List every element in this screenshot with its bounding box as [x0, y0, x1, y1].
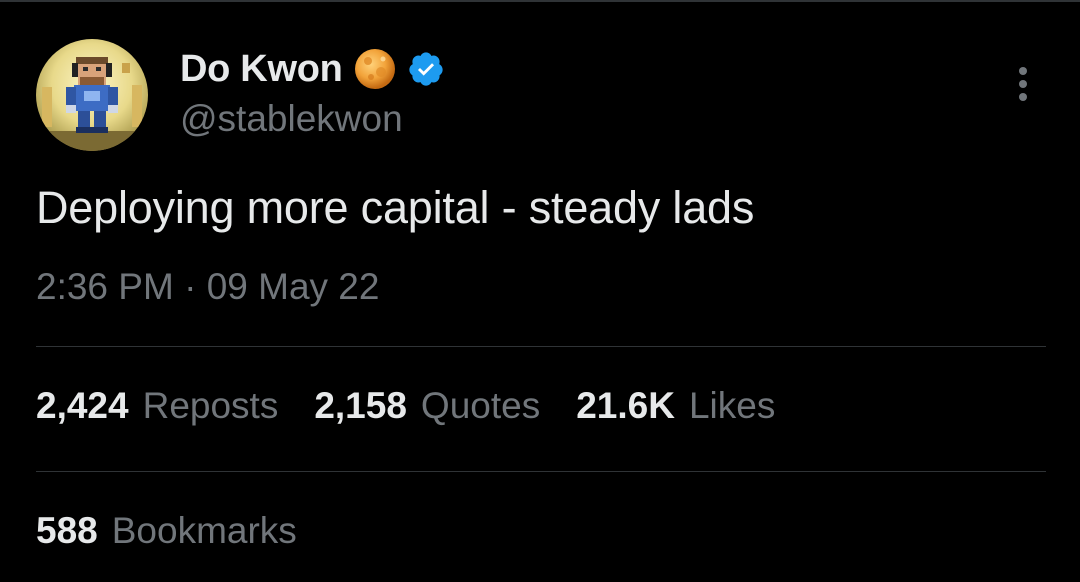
- more-options-button[interactable]: [1004, 62, 1042, 106]
- reposts-stat[interactable]: 2,424 Reposts: [36, 385, 278, 427]
- likes-stat[interactable]: 21.6K Likes: [576, 385, 775, 427]
- divider: [36, 346, 1046, 347]
- bookmarks-stat-row: 588 Bookmarks: [36, 510, 297, 552]
- quotes-label: Quotes: [420, 385, 541, 426]
- bookmarks-count: 588: [36, 510, 98, 551]
- bookmarks-stat[interactable]: 588 Bookmarks: [36, 510, 297, 552]
- likes-label: Likes: [688, 385, 776, 426]
- quotes-count: 2,158: [314, 385, 407, 426]
- top-divider: [0, 0, 1080, 2]
- timestamp-separator: ·: [184, 266, 197, 307]
- author-name-row: Do Kwon: [180, 46, 445, 92]
- tweet-date[interactable]: 09 May 22: [207, 266, 380, 307]
- author-handle[interactable]: @stablekwon: [180, 98, 403, 140]
- reposts-label: Reposts: [142, 385, 279, 426]
- verified-badge-icon[interactable]: [407, 50, 445, 88]
- engagement-stats: 2,424 Reposts 2,158 Quotes 21.6K Likes: [36, 385, 775, 427]
- quotes-stat[interactable]: 2,158 Quotes: [314, 385, 540, 427]
- bookmarks-label: Bookmarks: [111, 510, 297, 551]
- moon-icon: [353, 47, 397, 91]
- tweet-time[interactable]: 2:36 PM: [36, 266, 174, 307]
- divider: [36, 471, 1046, 472]
- pixel-art-avatar-icon: [36, 39, 148, 151]
- tweet-text: Deploying more capital - steady lads: [36, 182, 755, 233]
- author-display-name[interactable]: Do Kwon: [180, 48, 343, 91]
- reposts-count: 2,424: [36, 385, 129, 426]
- likes-count: 21.6K: [576, 385, 675, 426]
- tweet-timestamp: 2:36 PM · 09 May 22: [36, 266, 379, 308]
- avatar[interactable]: [36, 39, 148, 151]
- more-dots-icon: [1019, 67, 1027, 101]
